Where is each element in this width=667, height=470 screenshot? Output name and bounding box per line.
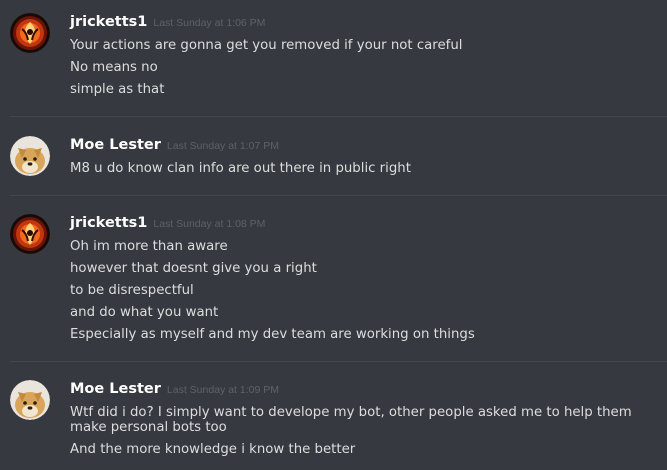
message-line: And the more knowledge i know the better <box>70 442 356 457</box>
message-header: Moe Lester Last Sunday at 1:07 PM <box>70 136 279 156</box>
doge-avatar-icon[interactable] <box>10 136 50 176</box>
username[interactable]: Moe Lester <box>70 381 161 397</box>
message-divider <box>10 195 667 196</box>
message-line: and do what you want <box>70 305 219 320</box>
timestamp: Last Sunday at 1:06 PM <box>153 17 266 29</box>
message-line: simple as that <box>70 82 165 97</box>
message-body: M8 u do know clan info are out there in … <box>70 158 655 180</box>
message-body: Wtf did i do? I simply want to develope … <box>70 402 655 461</box>
timestamp: Last Sunday at 1:08 PM <box>153 218 266 230</box>
message-header: jricketts1 Last Sunday at 1:08 PM <box>70 214 265 234</box>
timestamp: Last Sunday at 1:09 PM <box>166 384 279 396</box>
message-line: No means no <box>70 60 158 75</box>
message-line: Oh im more than aware <box>70 239 228 254</box>
message-header: Moe Lester Last Sunday at 1:09 PM <box>70 380 279 400</box>
message-line: Especially as myself and my dev team are… <box>70 327 475 342</box>
username[interactable]: jricketts1 <box>70 215 147 231</box>
message-line: Wtf did i do? I simply want to develope … <box>70 405 632 435</box>
message-divider <box>10 361 667 362</box>
message-body: Your actions are gonna get you removed i… <box>70 35 655 101</box>
timestamp: Last Sunday at 1:07 PM <box>166 140 279 152</box>
message-line: Your actions are gonna get you removed i… <box>70 38 463 53</box>
phoenix-avatar-icon[interactable] <box>10 13 50 53</box>
phoenix-avatar-icon[interactable] <box>10 214 50 254</box>
message-divider <box>10 116 667 117</box>
message-line: however that doesnt give you a right <box>70 261 317 276</box>
doge-avatar-icon[interactable] <box>10 380 50 420</box>
message-body: Oh im more than aware however that doesn… <box>70 236 655 346</box>
username[interactable]: Moe Lester <box>70 137 161 153</box>
username[interactable]: jricketts1 <box>70 14 147 30</box>
message-line: M8 u do know clan info are out there in … <box>70 161 411 176</box>
message-line: to be disrespectful <box>70 283 194 298</box>
message-header: jricketts1 Last Sunday at 1:06 PM <box>70 13 265 33</box>
